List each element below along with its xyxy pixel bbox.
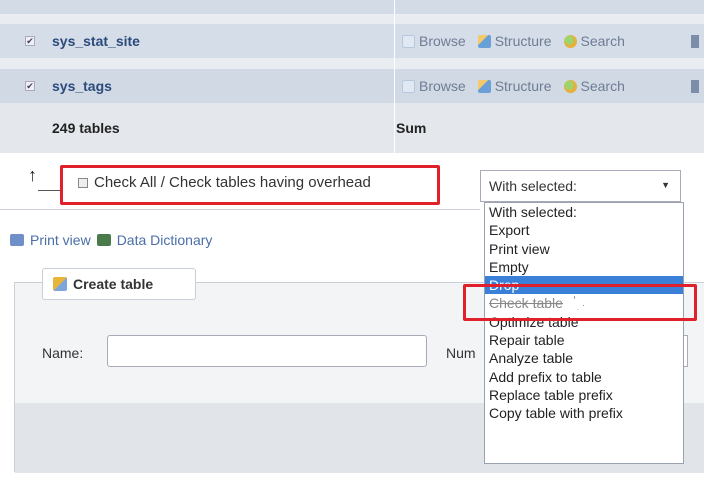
utility-links: Print view Data Dictionary: [10, 232, 212, 248]
more-actions-icon[interactable]: [691, 79, 699, 93]
divider: [0, 209, 480, 210]
chevron-down-icon: ▼: [661, 180, 670, 190]
structure-icon: [477, 34, 491, 48]
dropdown-option[interactable]: With selected:: [485, 203, 683, 221]
structure-action[interactable]: Structure: [477, 78, 552, 94]
browse-icon: [402, 79, 415, 93]
dropdown-option[interactable]: Analyze table: [485, 349, 683, 367]
row-checkbox[interactable]: ✔: [25, 36, 35, 46]
structure-icon: [477, 79, 491, 93]
table-row[interactable]: ✔ sys_stat_site Browse Structure Search: [0, 24, 704, 58]
row-separator: [0, 58, 704, 69]
printer-icon: [10, 234, 24, 246]
dropdown-option[interactable]: Copy table with prefix: [485, 404, 683, 422]
create-table-icon: [53, 277, 67, 291]
dropdown-option[interactable]: Replace table prefix: [485, 386, 683, 404]
column-divider: [394, 0, 395, 160]
dropdown-option[interactable]: Add prefix to table: [485, 368, 683, 386]
with-selected-dropdown[interactable]: With selected: Export Print view Empty D…: [484, 202, 684, 464]
up-arrow-icon: ↑: [28, 165, 37, 185]
top-strip: [0, 0, 704, 14]
check-all-highlight: [60, 165, 440, 205]
browse-action[interactable]: Browse: [402, 33, 466, 49]
create-table-legend: Create table: [42, 268, 196, 300]
data-dictionary-icon: [96, 234, 111, 246]
table-name[interactable]: sys_stat_site: [52, 33, 140, 49]
search-action[interactable]: Search: [563, 33, 625, 49]
dropdown-option[interactable]: Repair table: [485, 331, 683, 349]
table-name[interactable]: sys_tags: [52, 78, 112, 94]
dropdown-option[interactable]: Empty: [485, 258, 683, 276]
name-label: Name:: [42, 345, 84, 361]
table-row[interactable]: ✔ sys_tags Browse Structure Search: [0, 69, 704, 103]
print-view-link[interactable]: Print view: [30, 232, 91, 248]
browse-action[interactable]: Browse: [402, 78, 466, 94]
search-icon: [563, 34, 577, 48]
with-selected-select[interactable]: With selected: ▼: [480, 170, 681, 202]
row-checkbox[interactable]: ✔: [25, 81, 35, 91]
summary-row: 249 tables Sum: [0, 103, 704, 153]
num-columns-label: Num: [446, 345, 476, 361]
search-icon: [563, 79, 577, 93]
search-action[interactable]: Search: [563, 78, 625, 94]
arrow-connector: [38, 190, 60, 191]
browse-icon: [402, 34, 415, 48]
with-selected-value: With selected:: [489, 178, 577, 194]
table-count: 249 tables: [52, 120, 120, 136]
row-separator: [0, 14, 704, 24]
dropdown-option[interactable]: Print view: [485, 240, 683, 258]
table-name-input[interactable]: [107, 335, 427, 367]
dropdown-option[interactable]: Export: [485, 221, 683, 239]
more-actions-icon[interactable]: [691, 34, 699, 48]
data-dictionary-link[interactable]: Data Dictionary: [117, 232, 213, 248]
structure-action[interactable]: Structure: [477, 33, 552, 49]
sum-label: Sum: [396, 120, 427, 136]
